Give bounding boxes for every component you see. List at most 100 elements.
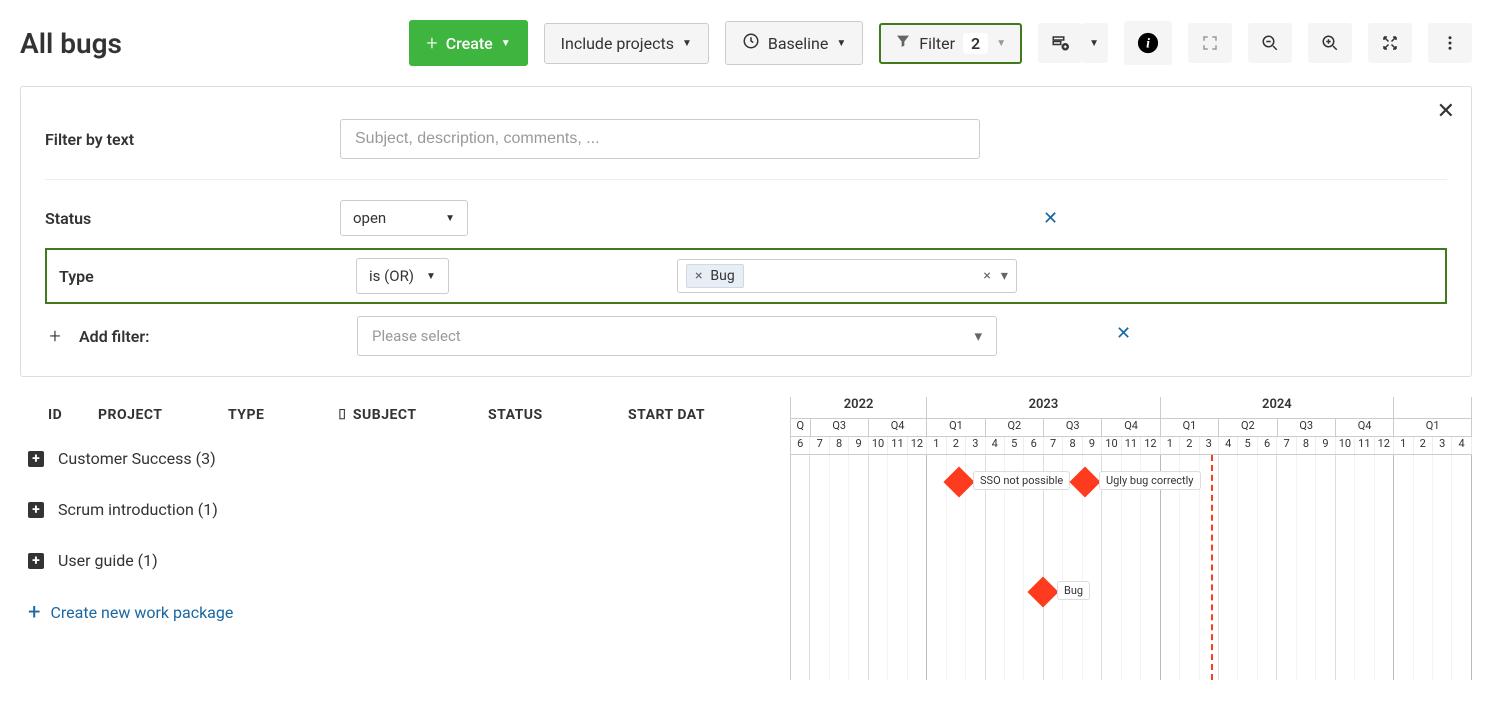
gantt-month: 4 xyxy=(986,437,1005,454)
plus-icon: + xyxy=(45,324,65,348)
gantt-year: 2024 xyxy=(1161,397,1394,418)
filter-type-chip: × Bug xyxy=(686,264,744,288)
info-button[interactable]: i xyxy=(1124,21,1172,65)
remove-status-filter[interactable]: ✕ xyxy=(1043,208,1058,229)
gantt-month: 7 xyxy=(1044,437,1063,454)
filter-status-value: open xyxy=(353,209,386,227)
gantt-month: 11 xyxy=(888,437,907,454)
th-start[interactable]: START DAT xyxy=(628,407,778,423)
gantt-year xyxy=(1394,397,1472,418)
create-button-label: Create xyxy=(446,34,493,53)
gantt-pane: 202220232024 QQ3Q4Q1Q2Q3Q4Q1Q2Q3Q4Q1 678… xyxy=(790,397,1472,680)
gantt-quarter: Q1 xyxy=(1161,419,1219,436)
filter-text-label: Filter by text xyxy=(45,130,340,149)
gantt-month: 12 xyxy=(908,437,927,454)
remove-chip-icon[interactable]: × xyxy=(695,268,702,284)
gantt-dropdown[interactable]: ▼ xyxy=(1082,23,1108,63)
today-line xyxy=(1211,455,1213,680)
filter-text-input[interactable] xyxy=(340,119,980,159)
gantt-month: 8 xyxy=(1063,437,1082,454)
gantt-month: 4 xyxy=(1219,437,1238,454)
gantt-month: 11 xyxy=(1122,437,1141,454)
th-status[interactable]: STATUS xyxy=(488,407,628,423)
svg-text:i: i xyxy=(1146,36,1150,51)
filter-panel: ✕ Filter by text Status open ▼ ✕ Type is… xyxy=(20,86,1472,377)
table-row[interactable]: + Customer Success (3) xyxy=(20,433,790,484)
funnel-icon xyxy=(895,33,911,53)
baseline-button[interactable]: Baseline ▼ xyxy=(725,21,863,65)
gantt-month: 6 xyxy=(791,437,810,454)
gantt-month: 7 xyxy=(1277,437,1296,454)
more-button[interactable] xyxy=(1428,23,1472,63)
caret-down-icon[interactable]: ▾ xyxy=(1001,268,1008,284)
gantt-quarter: Q2 xyxy=(1219,419,1277,436)
gantt-month: 6 xyxy=(1024,437,1043,454)
gantt-month: 10 xyxy=(1336,437,1355,454)
page-title: All bugs xyxy=(20,27,122,60)
th-type[interactable]: TYPE xyxy=(228,407,338,423)
filter-text-row: Filter by text xyxy=(45,107,1447,171)
close-icon[interactable]: ✕ xyxy=(1437,99,1455,124)
milestone-diamond[interactable] xyxy=(943,466,974,497)
milestone-label: Ugly bug correctly xyxy=(1099,471,1201,490)
gantt-quarter: Q3 xyxy=(1044,419,1102,436)
gantt-month: 8 xyxy=(830,437,849,454)
caret-down-icon: ▼ xyxy=(426,271,436,282)
th-project[interactable]: PROJECT xyxy=(98,407,228,423)
gantt-month: 1 xyxy=(1394,437,1413,454)
create-work-package-link[interactable]: + Create new work package xyxy=(20,586,790,639)
gantt-month: 5 xyxy=(1005,437,1024,454)
add-filter-label: Add filter: xyxy=(79,327,343,346)
filter-type-label: Type xyxy=(59,267,342,286)
filter-type-value-box[interactable]: × Bug × ▾ xyxy=(677,259,1017,293)
add-filter-row: + Add filter: Please select ▾ xyxy=(45,304,1447,356)
chevron-down-icon: ▼ xyxy=(682,38,692,49)
gantt-quarter: Q3 xyxy=(811,419,869,436)
zoom-out-button[interactable] xyxy=(1248,23,1292,63)
milestone-label: Bug xyxy=(1057,581,1090,600)
milestone-label: SSO not possible xyxy=(973,471,1070,490)
gantt-row xyxy=(791,510,1472,565)
gantt-month: 9 xyxy=(1316,437,1335,454)
gantt-month: 9 xyxy=(849,437,868,454)
milestone-diamond[interactable] xyxy=(1069,466,1100,497)
table-row[interactable]: + User guide (1) xyxy=(20,535,790,586)
gantt-year: 2022 xyxy=(791,397,927,418)
th-id[interactable]: ID xyxy=(28,407,98,423)
row-label: User guide (1) xyxy=(58,551,158,570)
row-label: Customer Success (3) xyxy=(58,449,216,468)
create-button[interactable]: + Create ▼ xyxy=(409,20,527,66)
gantt-add-icon[interactable] xyxy=(1038,23,1082,63)
gantt-month: 6 xyxy=(1258,437,1277,454)
milestone-diamond[interactable] xyxy=(1027,576,1058,607)
expand-icon[interactable]: + xyxy=(28,502,44,518)
remove-type-filter[interactable]: ✕ xyxy=(1116,323,1131,344)
table-row[interactable]: +Scrum introduction (1) xyxy=(20,484,790,535)
filter-button[interactable]: Filter 2 ▼ xyxy=(879,23,1022,64)
gantt-quarter: Q4 xyxy=(869,419,927,436)
gantt-month: 9 xyxy=(1083,437,1102,454)
gantt-quarter: Q2 xyxy=(986,419,1044,436)
toolbar: All bugs + Create ▼ Include projects ▼ B… xyxy=(0,0,1492,86)
fullscreen-button[interactable] xyxy=(1188,23,1232,63)
expand-icon[interactable]: + xyxy=(28,451,44,467)
filter-status-select[interactable]: open ▼ xyxy=(340,200,468,236)
plus-icon: + xyxy=(28,600,40,625)
caret-down-icon: ▾ xyxy=(974,327,982,345)
gantt-month: 2 xyxy=(947,437,966,454)
clear-icon[interactable]: × xyxy=(983,268,990,284)
th-subject[interactable]: ⌷ SUBJECT xyxy=(338,407,488,423)
include-projects-button[interactable]: Include projects ▼ xyxy=(544,23,709,64)
add-filter-select[interactable]: Please select ▾ xyxy=(357,316,997,356)
filter-type-operator[interactable]: is (OR) ▼ xyxy=(356,258,449,294)
hierarchy-icon: ⌷ xyxy=(338,407,347,423)
zoom-in-button[interactable] xyxy=(1308,23,1352,63)
gantt-month: 2 xyxy=(1180,437,1199,454)
table-header: ID PROJECT TYPE ⌷ SUBJECT STATUS START D… xyxy=(20,397,790,433)
gantt-row: Bug xyxy=(791,565,1472,620)
expand-icon[interactable]: + xyxy=(28,553,44,569)
chevron-down-icon: ▼ xyxy=(996,38,1006,49)
gantt-row: SSO not possible Ugly bug correctly xyxy=(791,455,1472,510)
expand-button[interactable] xyxy=(1368,23,1412,63)
gantt-month: 3 xyxy=(1200,437,1219,454)
